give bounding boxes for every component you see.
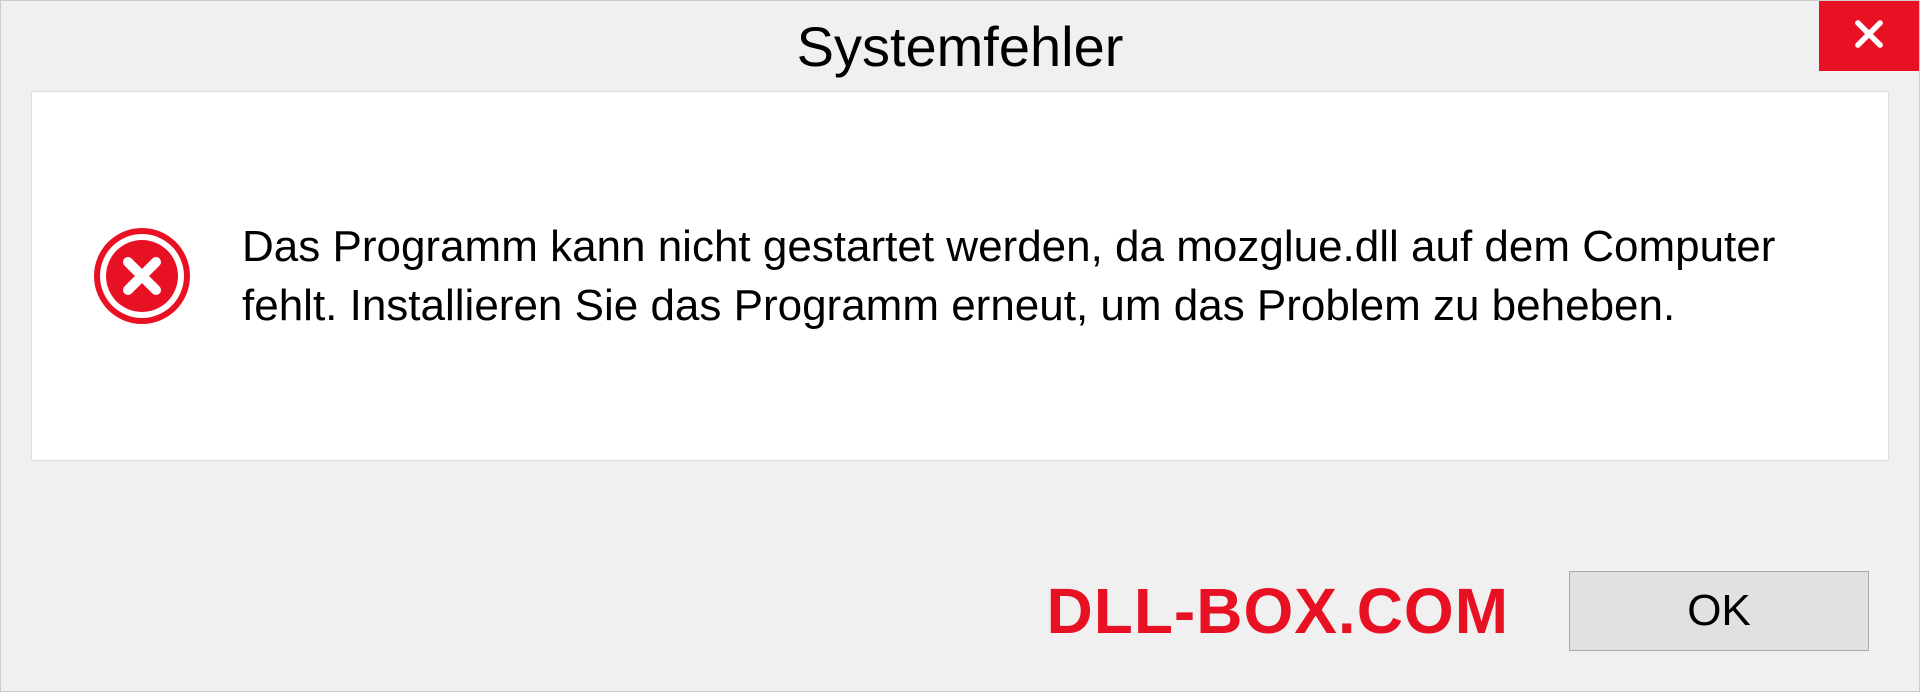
close-button[interactable] [1819, 1, 1919, 71]
titlebar: Systemfehler [1, 1, 1919, 91]
dialog-footer: DLL-BOX.COM OK [1, 531, 1919, 691]
ok-button[interactable]: OK [1569, 571, 1869, 651]
error-icon [92, 226, 192, 326]
watermark-text: DLL-BOX.COM [1047, 574, 1510, 648]
message-box: Das Programm kann nicht gestartet werden… [31, 91, 1889, 461]
close-icon [1850, 15, 1888, 58]
content-area: Das Programm kann nicht gestartet werden… [1, 91, 1919, 531]
dialog-title: Systemfehler [797, 14, 1124, 79]
error-message: Das Programm kann nicht gestartet werden… [242, 217, 1828, 336]
error-dialog: Systemfehler [0, 0, 1920, 692]
